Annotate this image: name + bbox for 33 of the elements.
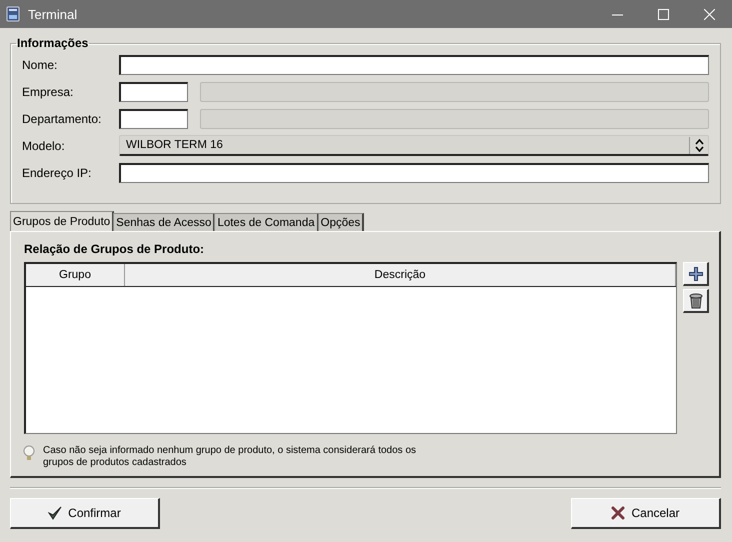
- maximize-icon: [658, 8, 668, 20]
- section-heading: Relação de Grupos de Produto:: [24, 242, 206, 258]
- add-button[interactable]: [683, 262, 709, 286]
- check-icon: [48, 506, 62, 520]
- text-field[interactable]: [119, 162, 709, 182]
- text-field[interactable]: [119, 54, 709, 74]
- cross-icon: [611, 506, 626, 520]
- lightbulb-icon: [23, 445, 35, 461]
- column-header[interactable]: Grupo: [26, 264, 125, 286]
- tab[interactable]: Lotes de Comanda: [214, 213, 319, 231]
- terminal-icon: [6, 6, 20, 22]
- column-header[interactable]: Descrição: [125, 264, 676, 286]
- trash-icon: [688, 292, 702, 308]
- tab[interactable]: Grupos de Produto: [10, 211, 114, 231]
- tab[interactable]: Senhas de Acesso: [113, 213, 216, 231]
- model-dropdown[interactable]: WILBOR TERM 16: [119, 135, 709, 156]
- code-field[interactable]: [119, 82, 188, 102]
- group-title: Informações: [16, 36, 90, 50]
- code-field[interactable]: [119, 108, 188, 128]
- cancel-button[interactable]: Cancelar: [571, 498, 721, 529]
- field-label: Endereço IP:: [22, 166, 92, 180]
- field-label: Nome:: [22, 58, 58, 72]
- window-title: Terminal: [28, 6, 78, 22]
- confirm-button[interactable]: Confirmar: [10, 498, 160, 529]
- field-label: Empresa:: [22, 84, 74, 98]
- field-label: Departamento:: [22, 112, 102, 126]
- delete-button[interactable]: [683, 289, 709, 313]
- field-label: Modelo:: [22, 138, 66, 152]
- hint-text: Caso não seja informado nenhum grupo de produto, o sistema considerará todos os grupos de produtos cadastrados: [43, 445, 418, 469]
- tab[interactable]: Opções: [318, 213, 364, 231]
- spinner-icon: [694, 138, 704, 152]
- plus-icon: [688, 266, 704, 282]
- close-icon: [704, 8, 714, 20]
